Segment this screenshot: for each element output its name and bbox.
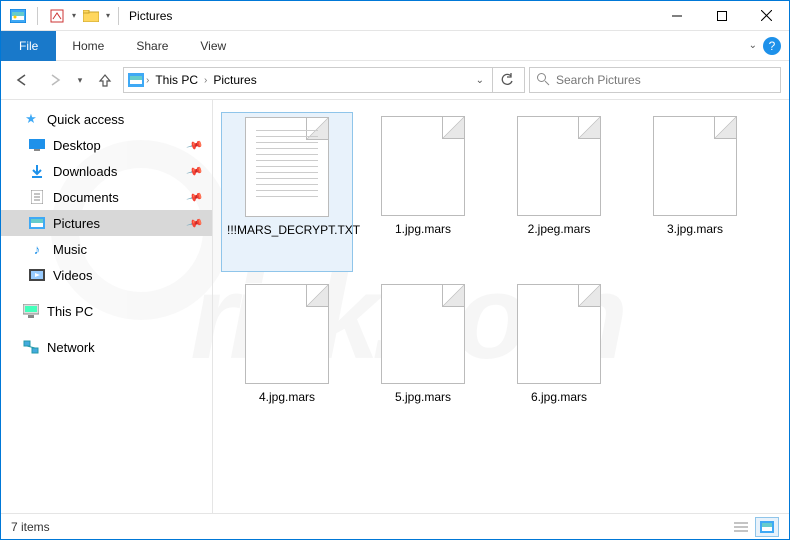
sidebar-item-label: Quick access bbox=[47, 112, 124, 127]
file-name: 5.jpg.mars bbox=[395, 390, 451, 404]
pictures-icon bbox=[29, 215, 45, 231]
file-item[interactable]: 1.jpg.mars bbox=[357, 112, 489, 272]
desktop-icon bbox=[29, 137, 45, 153]
sidebar-item-label: Network bbox=[47, 340, 95, 355]
file-item[interactable]: 2.jpeg.mars bbox=[493, 112, 625, 272]
navigation-row: ▾ › This PC › Pictures ⌄ Search Pictures bbox=[1, 61, 789, 99]
back-button[interactable] bbox=[9, 66, 37, 94]
forward-button[interactable] bbox=[41, 66, 69, 94]
file-item[interactable]: 5.jpg.mars bbox=[357, 280, 489, 440]
navigation-pane: ★ Quick access Desktop 📌 Downloads 📌 Doc… bbox=[1, 100, 213, 513]
tab-view[interactable]: View bbox=[184, 31, 242, 61]
file-item[interactable]: !!!MARS_DECRYPT.TXT bbox=[221, 112, 353, 272]
status-item-count: 7 items bbox=[11, 520, 50, 534]
qat-separator bbox=[118, 7, 119, 25]
chevron-right-icon[interactable]: › bbox=[204, 75, 207, 86]
file-name: 2.jpeg.mars bbox=[528, 222, 591, 236]
sidebar-item-label: Videos bbox=[53, 268, 93, 283]
breadcrumb-this-pc[interactable]: This PC bbox=[151, 73, 202, 87]
sidebar-quick-access[interactable]: ★ Quick access bbox=[1, 106, 212, 132]
qat-properties-button[interactable] bbox=[46, 5, 68, 27]
details-view-button[interactable] bbox=[729, 517, 753, 537]
sidebar-item-music[interactable]: ♪ Music bbox=[1, 236, 212, 262]
search-box[interactable]: Search Pictures bbox=[529, 67, 781, 93]
file-thumbnail bbox=[517, 284, 601, 384]
sidebar-item-label: Desktop bbox=[53, 138, 101, 153]
ribbon-tabs: File Home Share View ⌄ ? bbox=[1, 31, 789, 61]
file-thumbnail bbox=[653, 116, 737, 216]
sidebar-item-desktop[interactable]: Desktop 📌 bbox=[1, 132, 212, 158]
close-button[interactable] bbox=[744, 1, 789, 31]
tab-home[interactable]: Home bbox=[56, 31, 120, 61]
star-icon: ★ bbox=[23, 111, 39, 127]
videos-icon bbox=[29, 267, 45, 283]
title-bar: ▾ ▾ Pictures bbox=[1, 1, 789, 31]
app-icon bbox=[7, 5, 29, 27]
downloads-icon bbox=[29, 163, 45, 179]
music-icon: ♪ bbox=[29, 241, 45, 257]
file-name: 3.jpg.mars bbox=[667, 222, 723, 236]
maximize-button[interactable] bbox=[699, 1, 744, 31]
pin-icon: 📌 bbox=[186, 188, 204, 206]
file-name: !!!MARS_DECRYPT.TXT bbox=[227, 223, 347, 237]
up-button[interactable] bbox=[91, 66, 119, 94]
refresh-button[interactable] bbox=[492, 68, 520, 92]
file-thumbnail bbox=[245, 117, 329, 217]
sidebar-item-label: Documents bbox=[53, 190, 119, 205]
sidebar-item-downloads[interactable]: Downloads 📌 bbox=[1, 158, 212, 184]
thumbnails-view-button[interactable] bbox=[755, 517, 779, 537]
status-bar: 7 items bbox=[1, 513, 789, 539]
sidebar-item-label: This PC bbox=[47, 304, 93, 319]
location-icon bbox=[128, 72, 144, 88]
sidebar-item-label: Pictures bbox=[53, 216, 100, 231]
file-name: 6.jpg.mars bbox=[531, 390, 587, 404]
sidebar-item-pictures[interactable]: Pictures 📌 bbox=[1, 210, 212, 236]
tab-share[interactable]: Share bbox=[120, 31, 184, 61]
qat-customize-dropdown[interactable]: ▾ bbox=[106, 11, 110, 20]
sidebar-item-documents[interactable]: Documents 📌 bbox=[1, 184, 212, 210]
breadcrumb-pictures[interactable]: Pictures bbox=[209, 73, 260, 87]
file-thumbnail bbox=[381, 284, 465, 384]
file-thumbnail bbox=[245, 284, 329, 384]
this-pc-icon bbox=[23, 303, 39, 319]
search-placeholder: Search Pictures bbox=[556, 73, 641, 87]
file-item[interactable]: 3.jpg.mars bbox=[629, 112, 761, 272]
recent-locations-dropdown[interactable]: ▾ bbox=[73, 66, 87, 94]
file-thumbnail bbox=[381, 116, 465, 216]
qat-new-folder-button[interactable] bbox=[80, 5, 102, 27]
content-area: risk.com ★ Quick access Desktop 📌 Downlo… bbox=[1, 99, 789, 513]
window-controls bbox=[654, 1, 789, 31]
sidebar-this-pc[interactable]: This PC bbox=[1, 298, 212, 324]
file-name: 4.jpg.mars bbox=[259, 390, 315, 404]
ribbon-expand-icon[interactable]: ⌄ bbox=[749, 40, 757, 51]
minimize-button[interactable] bbox=[654, 1, 699, 31]
documents-icon bbox=[29, 189, 45, 205]
help-button[interactable]: ? bbox=[763, 37, 781, 55]
file-name: 1.jpg.mars bbox=[395, 222, 451, 236]
files-view[interactable]: !!!MARS_DECRYPT.TXT 1.jpg.mars 2.jpeg.ma… bbox=[213, 100, 789, 513]
qat-properties-dropdown[interactable]: ▾ bbox=[72, 11, 76, 20]
explorer-window: ▾ ▾ Pictures File Home Share View ⌄ ? ▾ bbox=[0, 0, 790, 540]
pin-icon: 📌 bbox=[186, 136, 204, 154]
file-tab[interactable]: File bbox=[1, 31, 56, 61]
file-item[interactable]: 4.jpg.mars bbox=[221, 280, 353, 440]
chevron-right-icon[interactable]: › bbox=[146, 75, 149, 86]
sidebar-item-videos[interactable]: Videos bbox=[1, 262, 212, 288]
sidebar-item-label: Music bbox=[53, 242, 87, 257]
file-item[interactable]: 6.jpg.mars bbox=[493, 280, 625, 440]
pin-icon: 📌 bbox=[186, 214, 204, 232]
file-thumbnail bbox=[517, 116, 601, 216]
pin-icon: 📌 bbox=[186, 162, 204, 180]
quick-access-toolbar: ▾ ▾ bbox=[1, 5, 123, 27]
sidebar-network[interactable]: Network bbox=[1, 334, 212, 360]
network-icon bbox=[23, 339, 39, 355]
qat-separator bbox=[37, 7, 38, 25]
address-bar[interactable]: › This PC › Pictures ⌄ bbox=[123, 67, 525, 93]
address-dropdown[interactable]: ⌄ bbox=[470, 75, 490, 86]
window-title: Pictures bbox=[123, 9, 172, 23]
sidebar-item-label: Downloads bbox=[53, 164, 117, 179]
search-icon bbox=[536, 72, 550, 89]
